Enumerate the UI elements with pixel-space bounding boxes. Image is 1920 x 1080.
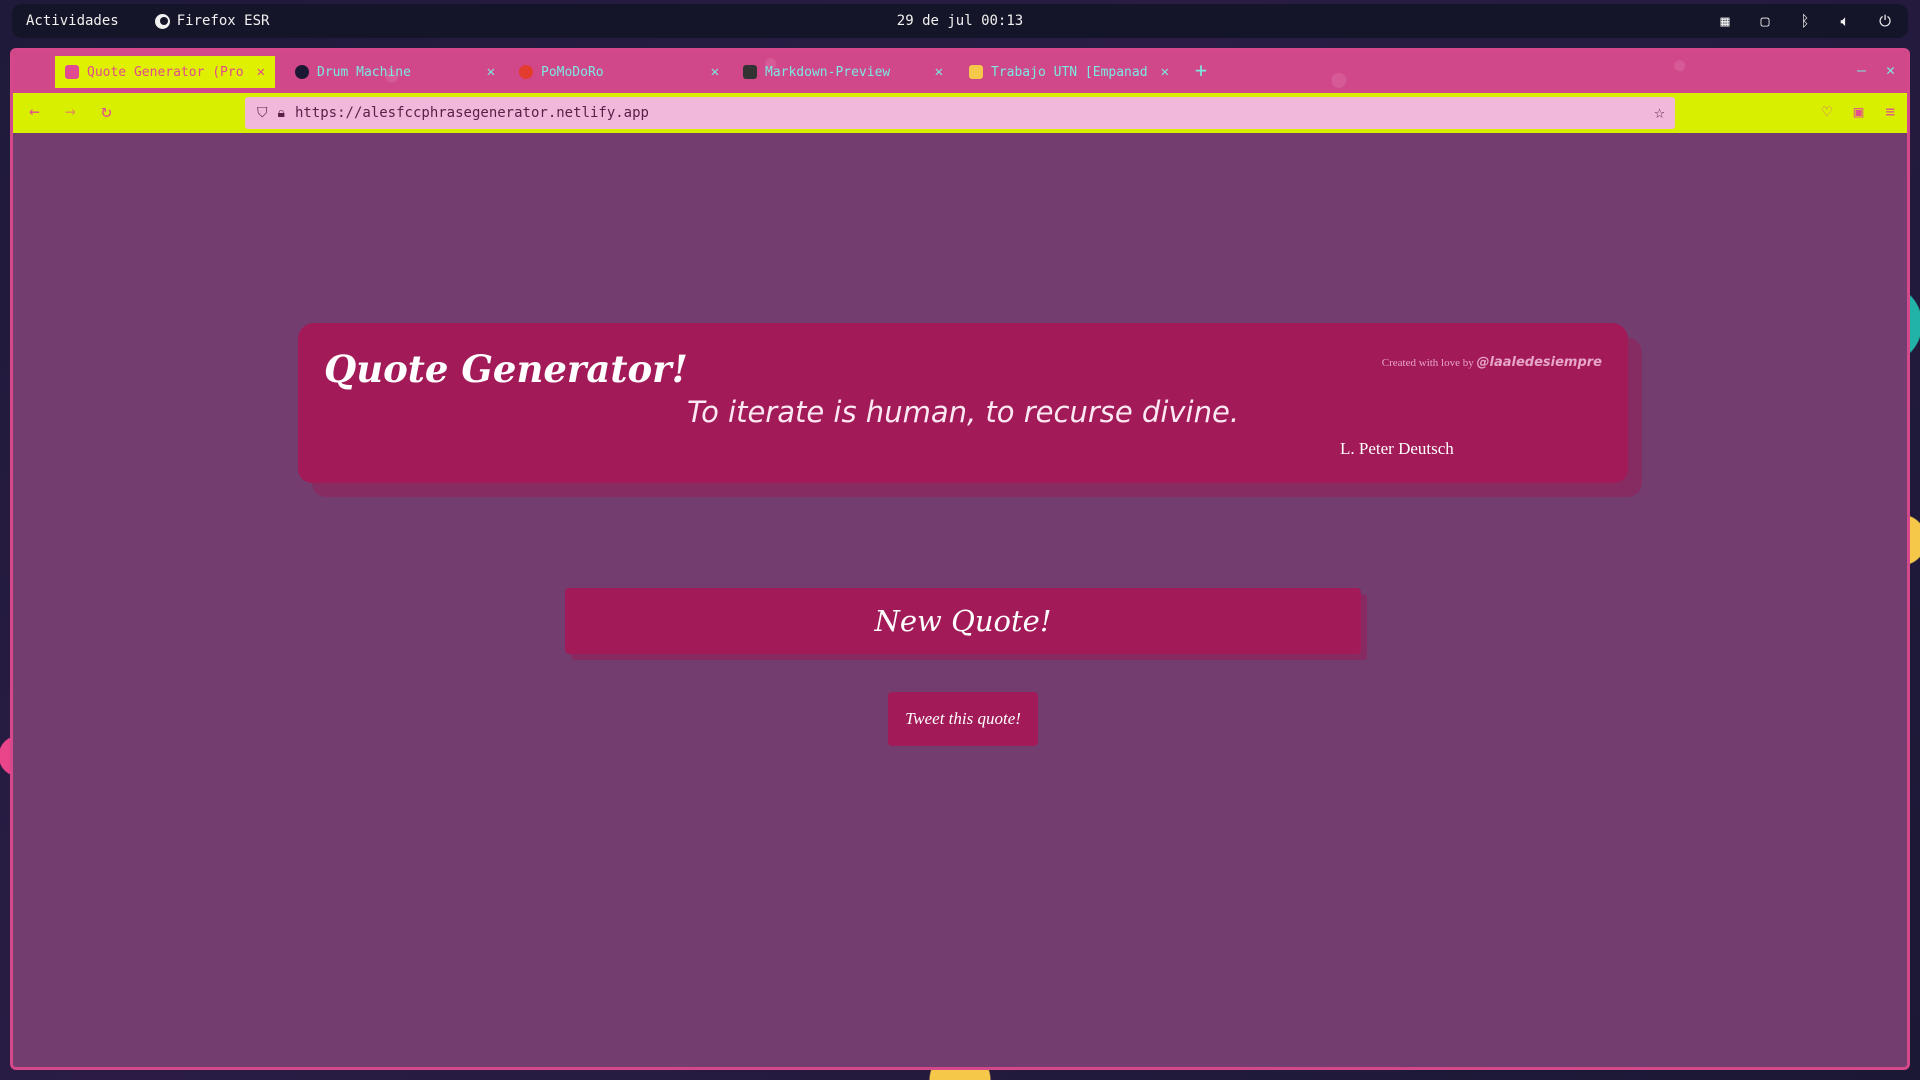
credit-line: Created with love by @laaledesiempre: [1382, 355, 1602, 370]
empanada-favicon-icon: [969, 65, 983, 79]
shield-icon[interactable]: ⛉: [257, 105, 268, 121]
system-tray: ▦ ▢ ᛒ 🔈︎ ⏻: [1716, 12, 1894, 30]
credit-prefix: Created with love by: [1381, 357, 1474, 369]
new-quote-button[interactable]: New Quote!: [565, 588, 1361, 654]
close-icon[interactable]: ✕: [935, 64, 943, 80]
tab-label: Quote Generator (Pro: [87, 64, 244, 80]
tab-drum-machine[interactable]: Drum Machine ✕: [285, 56, 505, 88]
forward-button[interactable]: →: [65, 101, 76, 122]
url-bar[interactable]: ⛉ 🔒︎ https://alesfccphrasegenerator.netl…: [245, 97, 1675, 129]
menu-icon[interactable]: ≡: [1885, 102, 1895, 121]
page-content: Quote Generator! Created with love by @l…: [13, 133, 1907, 1067]
lock-icon[interactable]: 🔒︎: [278, 105, 285, 121]
screen-icon[interactable]: ▢: [1756, 12, 1774, 30]
workspace-icon[interactable]: ▦: [1716, 12, 1734, 30]
tab-label: Trabajo UTN [Empanad: [991, 64, 1148, 80]
quote-text: To iterate is human, to recurse divine.: [686, 395, 1240, 429]
tomato-favicon-icon: [519, 65, 533, 79]
close-icon[interactable]: ✕: [487, 64, 495, 80]
reload-button[interactable]: ↻: [101, 101, 112, 122]
tweet-quote-button[interactable]: Tweet this quote!: [888, 692, 1038, 746]
markdown-favicon-icon: [743, 65, 757, 79]
window-controls: — ✕: [1857, 61, 1895, 79]
tab-quote-generator[interactable]: Quote Generator (Pro ✕: [55, 56, 275, 88]
tab-label: Markdown-Preview: [765, 64, 891, 80]
drum-favicon-icon: [295, 65, 309, 79]
credit-handle-link[interactable]: @laaledesiempre: [1477, 355, 1603, 370]
toolbar-right: ♡ ▣ ≡: [1822, 102, 1895, 121]
browser-window: Quote Generator (Pro ✕ Drum Machine ✕ Po…: [10, 48, 1910, 1070]
navigation-toolbar: ← → ↻ ⛉ 🔒︎ https://alesfccphrasegenerato…: [13, 93, 1907, 133]
quote-author: L. Peter Deutsch: [1340, 439, 1454, 458]
close-icon[interactable]: ✕: [711, 64, 719, 80]
tab-trabajo-utn[interactable]: Trabajo UTN [Empanad ✕: [959, 56, 1179, 88]
back-button[interactable]: ←: [29, 101, 40, 122]
new-tab-button[interactable]: +: [1195, 58, 1207, 82]
tab-pomodoro[interactable]: PoMoDoRo ✕: [509, 56, 729, 88]
bluetooth-icon[interactable]: ᛒ: [1796, 12, 1814, 30]
close-icon[interactable]: ✕: [257, 64, 265, 80]
firefox-icon: [154, 13, 170, 29]
close-icon[interactable]: ✕: [1161, 64, 1169, 80]
page-title: Quote Generator!: [324, 347, 688, 391]
extensions-icon[interactable]: ▣: [1854, 102, 1864, 121]
app-menu-label: Firefox ESR: [176, 13, 270, 29]
url-text[interactable]: https://alesfccphrasegenerator.netlify.a…: [295, 105, 649, 121]
tab-markdown-preview[interactable]: Markdown-Preview ✕: [733, 56, 953, 88]
app-menu[interactable]: Firefox ESR: [154, 13, 270, 29]
bookmark-star-icon[interactable]: ☆: [1654, 102, 1665, 123]
volume-icon[interactable]: 🔈︎: [1836, 12, 1854, 30]
tab-bar: Quote Generator (Pro ✕ Drum Machine ✕ Po…: [13, 51, 1907, 93]
system-top-bar: Actividades Firefox ESR 29 de jul 00:13 …: [12, 4, 1908, 38]
power-icon[interactable]: ⏻: [1876, 12, 1894, 30]
pocket-icon[interactable]: ♡: [1822, 102, 1832, 121]
minimize-icon[interactable]: —: [1857, 61, 1866, 79]
quote-card: Quote Generator! Created with love by @l…: [298, 323, 1628, 483]
tab-label: PoMoDoRo: [541, 64, 604, 80]
quote-favicon-icon: [65, 65, 79, 79]
tab-label: Drum Machine: [317, 64, 411, 80]
clock[interactable]: 29 de jul 00:13: [897, 13, 1023, 29]
window-close-icon[interactable]: ✕: [1886, 61, 1895, 79]
activities-button[interactable]: Actividades: [26, 13, 119, 29]
